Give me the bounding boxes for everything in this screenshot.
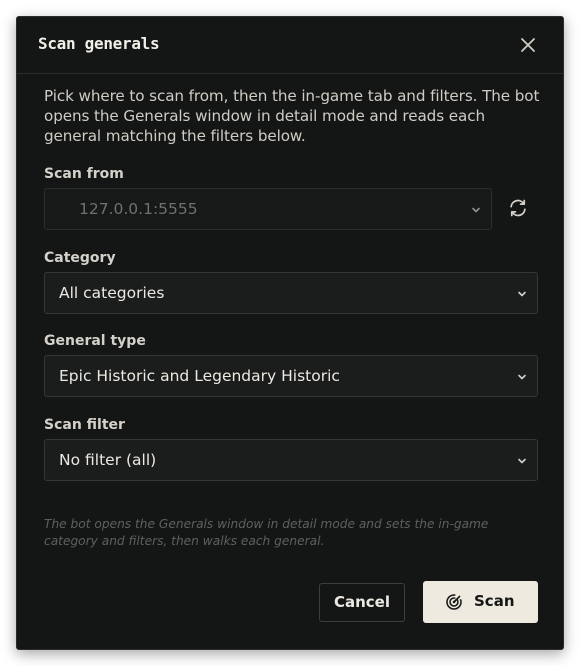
- general-type-label: General type: [44, 333, 146, 349]
- radar-icon: [446, 593, 463, 610]
- category-label: Category: [44, 250, 116, 266]
- refresh-icon: [510, 199, 526, 217]
- category-value: All categories: [59, 284, 165, 302]
- scan-button[interactable]: Scan: [423, 581, 538, 623]
- scan-button-label: Scan: [474, 592, 515, 610]
- scan-footnote: The bot opens the Generals window in det…: [44, 517, 489, 548]
- cancel-button[interactable]: Cancel: [319, 583, 405, 622]
- close-button[interactable]: [517, 34, 539, 56]
- general-type-select[interactable]: Epic Historic and Legendary Historic: [44, 355, 538, 397]
- category-select[interactable]: All categories: [44, 272, 538, 314]
- dialog-header: Scan generals: [17, 17, 563, 74]
- refresh-button[interactable]: [507, 197, 529, 219]
- scan-filter-value: No filter (all): [59, 451, 157, 469]
- dialog-description: Pick where to scan from, then the in-gam…: [44, 87, 540, 145]
- scan-filter-label: Scan filter: [44, 417, 125, 433]
- scan-from-select[interactable]: 127.0.0.1:5555: [44, 188, 492, 230]
- dialog-title: Scan generals: [38, 34, 160, 53]
- scan-from-value: 127.0.0.1:5555: [79, 200, 198, 218]
- close-icon: [521, 38, 535, 52]
- scan-filter-select[interactable]: No filter (all): [44, 439, 538, 481]
- chevron-down-icon: [518, 291, 526, 297]
- general-type-value: Epic Historic and Legendary Historic: [59, 367, 340, 385]
- chevron-down-icon: [518, 374, 526, 380]
- scan-from-label: Scan from: [44, 166, 124, 182]
- scan-generals-dialog: Scan generals Pick where to scan from, t…: [16, 16, 564, 650]
- chevron-down-icon: [472, 207, 480, 213]
- chevron-down-icon: [518, 458, 526, 464]
